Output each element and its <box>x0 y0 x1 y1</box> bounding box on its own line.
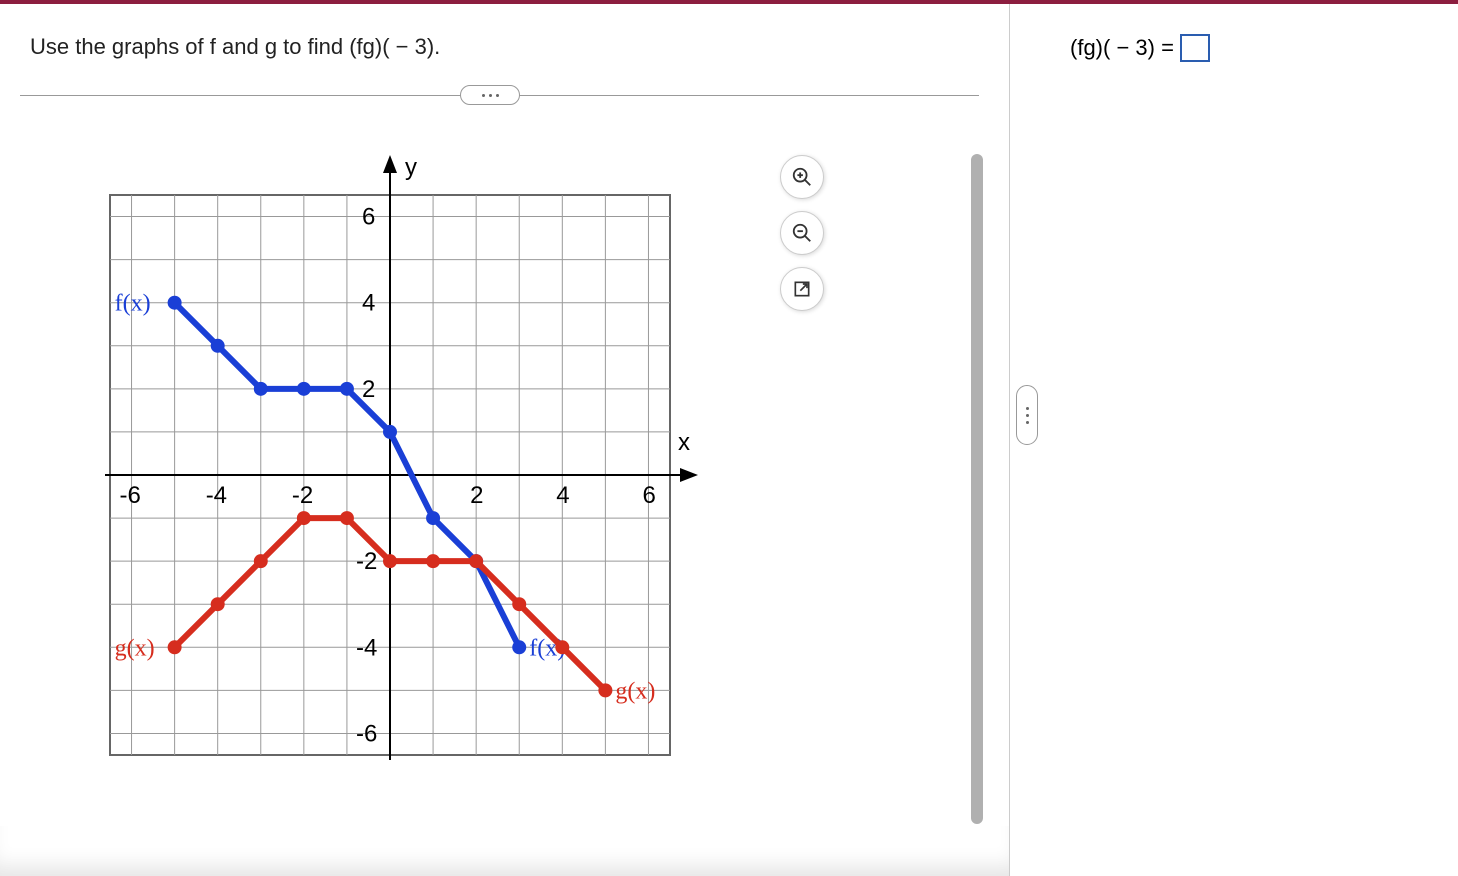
tick-label: 4 <box>556 482 569 509</box>
data-point <box>211 597 225 611</box>
divider-row <box>30 85 989 105</box>
popout-icon <box>792 279 812 299</box>
data-point <box>512 597 526 611</box>
data-point <box>211 339 225 353</box>
data-point <box>297 511 311 525</box>
zoom-in-button[interactable] <box>780 155 824 199</box>
series-label-left-f(x): f(x) <box>115 291 151 317</box>
data-point <box>168 296 182 310</box>
question-text: Use the graphs of f and g to find (fg)( … <box>30 34 989 60</box>
data-series: f(x)f(x)g(x)g(x) <box>115 291 656 705</box>
zoom-out-icon <box>791 222 813 244</box>
tick-label: 6 <box>362 204 375 231</box>
tick-label: 2 <box>362 376 375 403</box>
y-axis-label: y <box>405 154 417 181</box>
answer-panel: (fg)( − 3) = <box>1010 4 1458 876</box>
graph-svg[interactable]: y x -6-4-2246246-2-4-6 f(x)f(x)g(x)g(x) <box>70 145 730 785</box>
data-point <box>512 640 526 654</box>
answer-line: (fg)( − 3) = <box>1070 34 1428 62</box>
zoom-tools <box>780 155 824 311</box>
data-point <box>426 554 440 568</box>
left-scrollbar[interactable] <box>971 154 983 824</box>
series-label-left-g(x): g(x) <box>115 635 155 661</box>
tick-label: 4 <box>362 290 375 317</box>
tick-label: -4 <box>206 482 227 509</box>
tick-label: -2 <box>356 548 377 575</box>
tick-label: -4 <box>356 634 377 661</box>
popout-button[interactable] <box>780 267 824 311</box>
data-point <box>297 382 311 396</box>
data-point <box>469 554 483 568</box>
side-expand-pill[interactable] <box>1016 385 1038 445</box>
data-point <box>555 640 569 654</box>
tick-label: -6 <box>120 482 141 509</box>
data-point <box>168 640 182 654</box>
tick-label: 2 <box>470 482 483 509</box>
data-point <box>383 425 397 439</box>
graph-area: y x -6-4-2246246-2-4-6 f(x)f(x)g(x)g(x) <box>70 145 730 785</box>
data-point <box>598 683 612 697</box>
series-label-right-g(x): g(x) <box>615 678 655 704</box>
data-point <box>340 382 354 396</box>
data-point <box>254 382 268 396</box>
data-point <box>254 554 268 568</box>
tick-label: -6 <box>356 720 377 747</box>
zoom-out-button[interactable] <box>780 211 824 255</box>
main-container: Use the graphs of f and g to find (fg)( … <box>0 4 1458 876</box>
data-point <box>426 511 440 525</box>
x-axis-arrow <box>680 468 698 482</box>
data-point <box>340 511 354 525</box>
answer-input[interactable] <box>1180 34 1210 62</box>
question-panel: Use the graphs of f and g to find (fg)( … <box>0 4 1010 876</box>
bottom-fade <box>0 826 1009 876</box>
zoom-in-icon <box>791 166 813 188</box>
y-axis-arrow <box>383 155 397 173</box>
x-axis-label: x <box>678 429 690 456</box>
expand-pill[interactable] <box>460 85 520 105</box>
data-point <box>383 554 397 568</box>
answer-prefix: (fg)( − 3) = <box>1070 35 1174 61</box>
tick-label: -2 <box>292 482 313 509</box>
tick-label: 6 <box>642 482 655 509</box>
